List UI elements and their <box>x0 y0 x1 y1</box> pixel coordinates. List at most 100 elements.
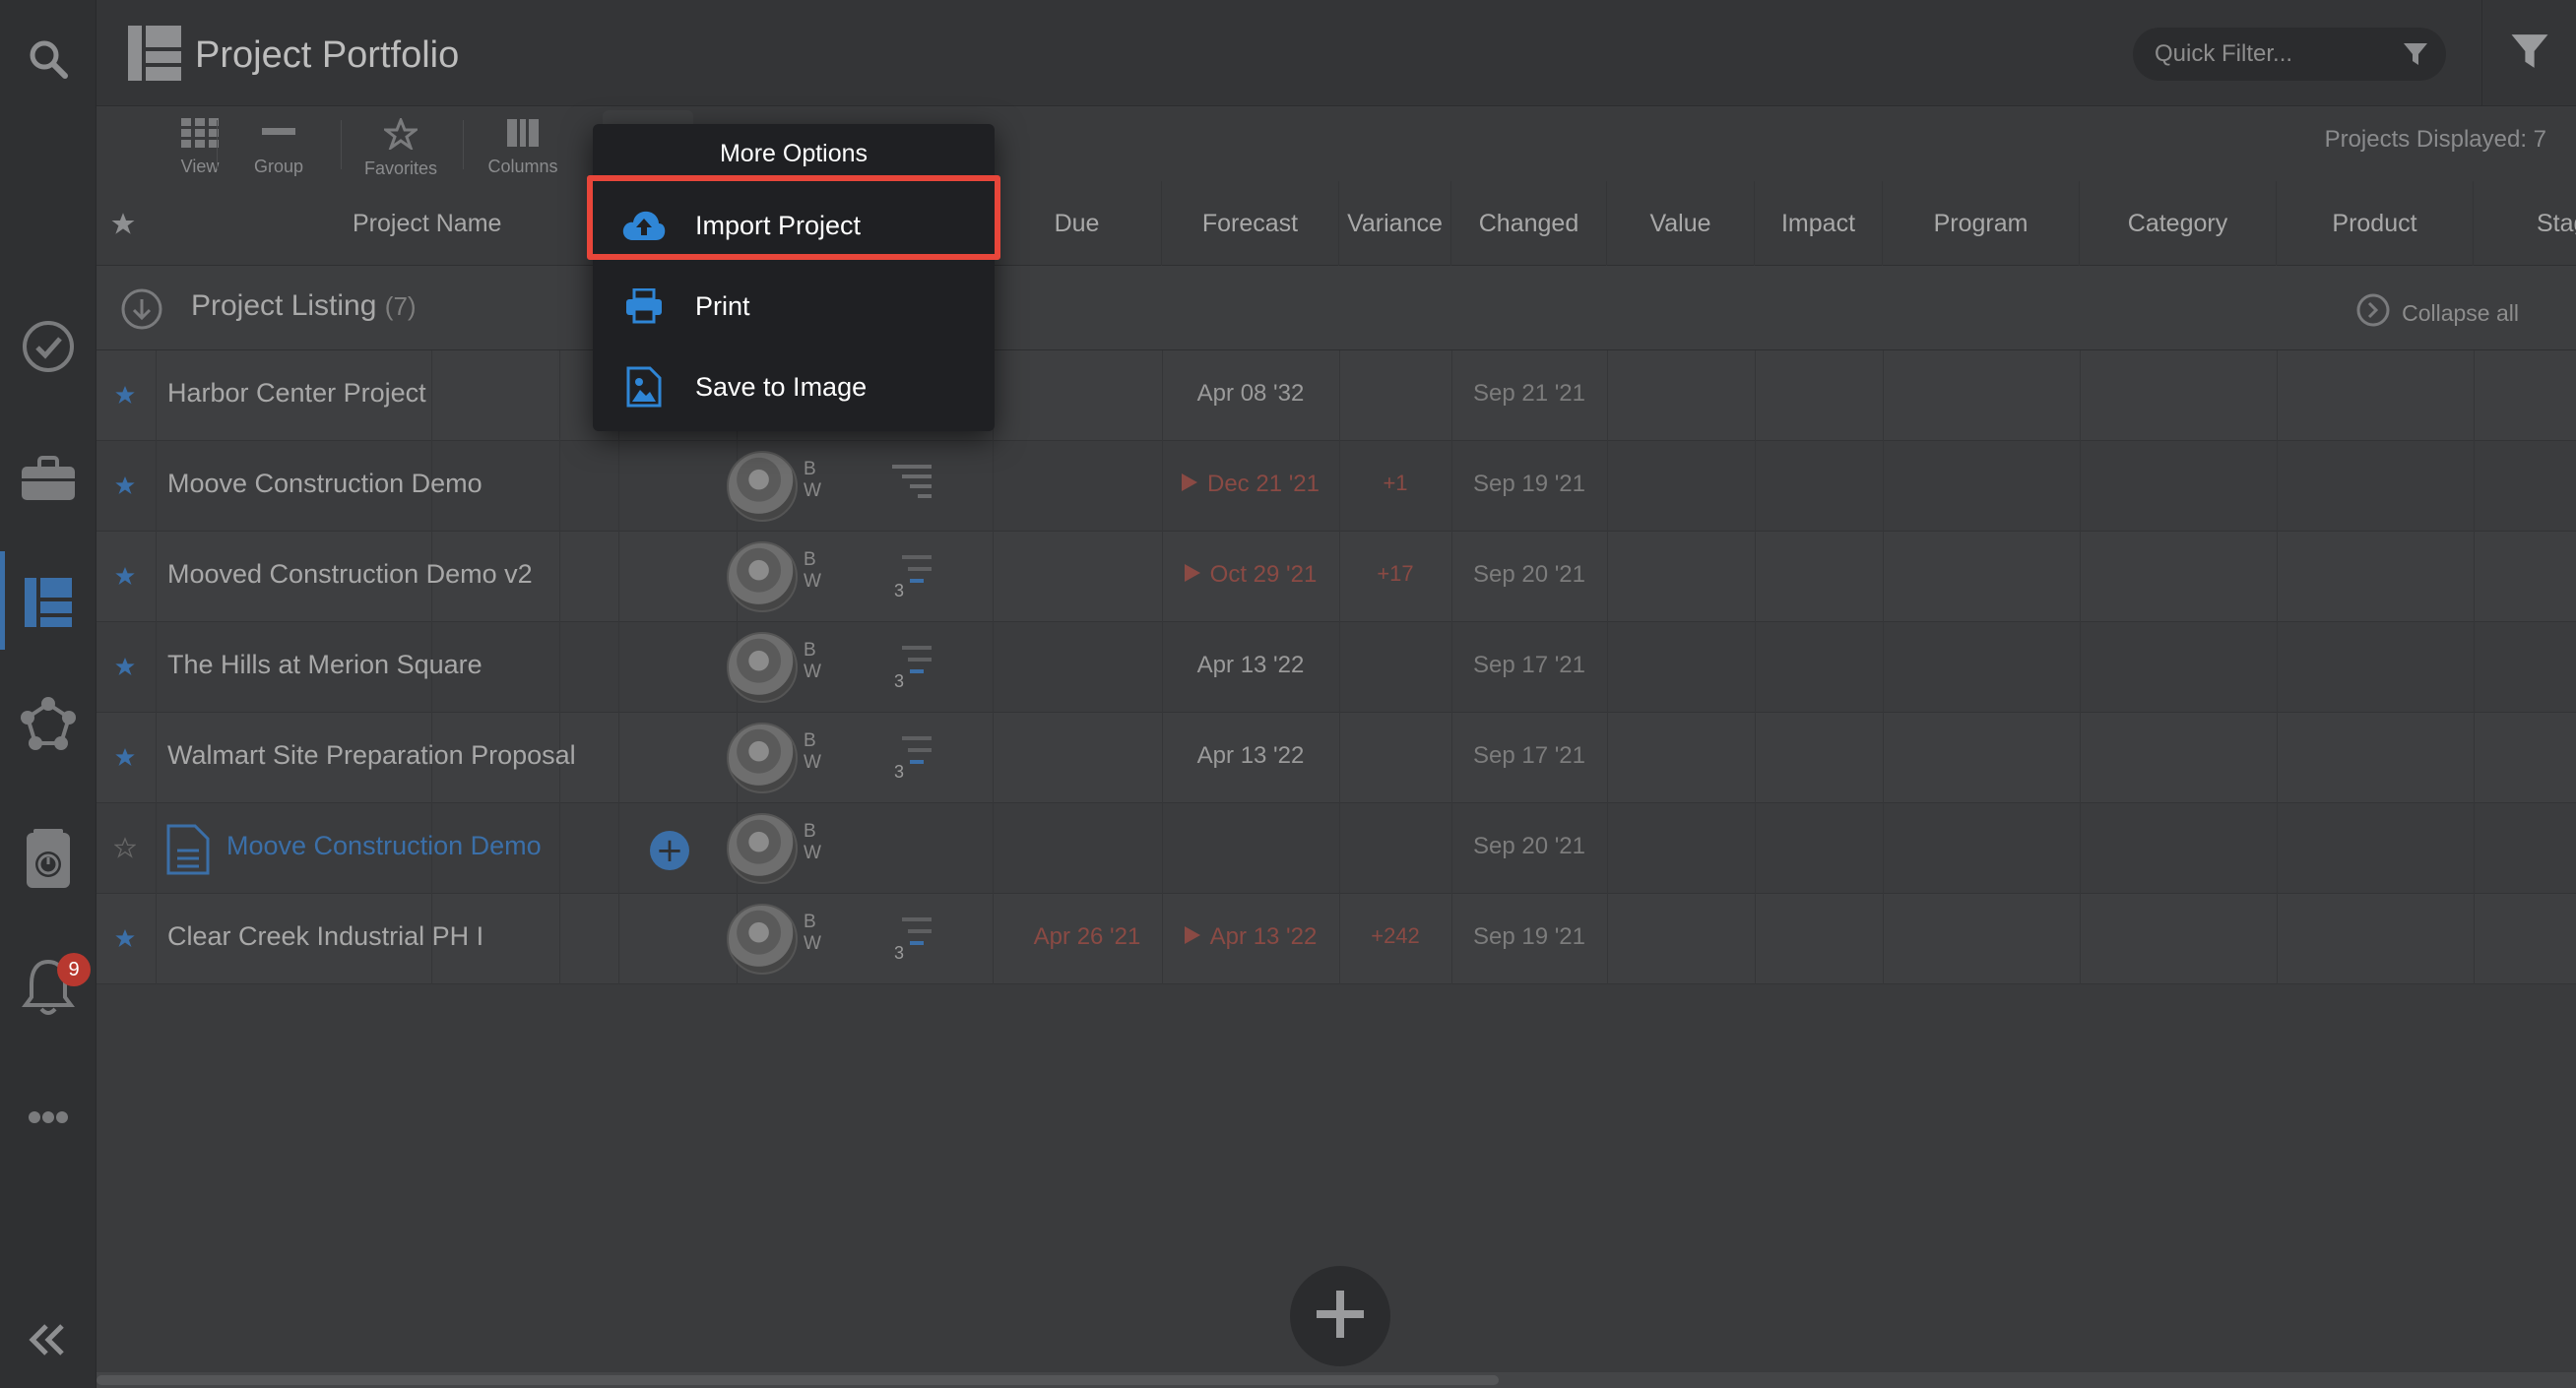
changed-date: Sep 17 '21 <box>1472 742 1585 769</box>
variance-value: +242 <box>1371 923 1420 948</box>
table-row[interactable]: Harbor Center Project Apr 08 '32 Sep 21 '2… <box>97 321 2576 441</box>
variance-value: +1 <box>1383 471 1408 495</box>
network-icon[interactable] <box>0 695 97 754</box>
project-name[interactable]: Clear Creek Industrial PH I <box>167 921 483 952</box>
owner-initials: BW <box>804 912 821 954</box>
project-name[interactable]: Harbor Center Project <box>167 378 426 409</box>
avatar <box>727 813 798 884</box>
column-value[interactable]: Value <box>1607 181 1755 266</box>
favorite-star-icon[interactable] <box>114 656 136 681</box>
column-product[interactable]: Product <box>2277 181 2474 266</box>
column-changed[interactable]: Changed <box>1451 181 1607 266</box>
owner-initials: BW <box>804 549 821 592</box>
table-row[interactable]: Moove Construction Demo B W Dec 21 '21 +1 Sep… <box>97 441 2576 532</box>
forecast-date: Apr 08 '32 <box>1196 380 1305 407</box>
collapse-all-button[interactable]: Collapse all <box>2356 293 2519 333</box>
favorite-star-icon[interactable] <box>114 565 136 591</box>
changed-date: Sep 21 '21 <box>1472 380 1585 407</box>
favorite-star-icon[interactable] <box>114 384 136 410</box>
portfolio-icon[interactable] <box>0 573 97 632</box>
project-name[interactable]: The Hills at Merion Square <box>167 650 483 680</box>
table-row[interactable]: Walmart Site Preparation Proposal B W 3 Apr … <box>97 713 2576 803</box>
add-from-template-button[interactable]: + <box>650 831 689 870</box>
table-row[interactable]: Clear Creek Industrial PH I B W 3 Apr 26 '21… <box>97 894 2576 984</box>
funnel-icon <box>2510 32 2549 75</box>
project-name[interactable]: Mooved Construction Demo v2 <box>167 559 533 590</box>
progress-count: 3 <box>894 671 905 691</box>
portfolio-logo-icon <box>126 24 183 87</box>
search-icon[interactable] <box>0 30 97 89</box>
columns-label: Columns <box>487 157 558 176</box>
favorites-label: Favorites <box>363 158 438 178</box>
variance-value: +17 <box>1377 561 1414 586</box>
group-button[interactable]: Group <box>225 118 333 177</box>
scrollbar-thumb[interactable] <box>97 1375 1499 1385</box>
print-label: Print <box>695 290 750 321</box>
progress-count: 3 <box>894 581 905 600</box>
group-row: Project Listing (7) Collapse all <box>97 266 2576 350</box>
columns-button[interactable]: Columns <box>469 118 577 177</box>
table-header: Project Name Due Forecast Variance Chang… <box>97 181 2576 382</box>
table-row[interactable]: The Hills at Merion Square B W 3 Apr 13 '22 S… <box>97 622 2576 713</box>
group-count: (7) <box>384 291 417 321</box>
project-name-link[interactable]: Moove Construction Demo <box>226 831 542 861</box>
printer-icon <box>593 288 695 324</box>
progress-count: 3 <box>894 762 905 782</box>
document-icon <box>165 823 211 880</box>
columns-icon <box>506 118 540 153</box>
more-dots-icon[interactable] <box>0 1093 97 1142</box>
owner-initials: BW <box>804 459 821 501</box>
forecast-date: Oct 29 '21 <box>1162 561 1339 589</box>
table-row[interactable]: Moove Construction Demo + B W Sep 20 '21 <box>97 803 2576 894</box>
column-stage[interactable]: Stag <box>2474 181 2576 266</box>
group-label: Group <box>253 157 304 176</box>
horizontal-scrollbar[interactable] <box>97 1372 2576 1388</box>
avatar <box>727 632 798 703</box>
project-name[interactable]: Moove Construction Demo <box>167 469 483 499</box>
column-variance[interactable]: Variance <box>1339 181 1451 266</box>
favorite-star-icon[interactable] <box>113 837 137 862</box>
filter-button[interactable] <box>2481 0 2576 106</box>
progress-count: 3 <box>894 943 905 963</box>
changed-date: Sep 20 '21 <box>1472 561 1585 588</box>
group-title-text: Project Listing <box>191 289 377 322</box>
favorite-star-icon[interactable] <box>114 927 136 953</box>
favorites-button[interactable]: Favorites <box>347 115 455 179</box>
forecast-date: Dec 21 '21 <box>1162 471 1339 498</box>
project-name[interactable]: Walmart Site Preparation Proposal <box>167 740 576 771</box>
favorite-column-star-icon[interactable] <box>110 211 136 240</box>
funnel-icon[interactable] <box>2403 41 2428 74</box>
print-item[interactable]: Print <box>593 266 995 347</box>
timer-icon[interactable] <box>0 825 97 894</box>
group-toggle-icon[interactable] <box>120 287 163 335</box>
favorite-star-icon[interactable] <box>114 746 136 772</box>
toolbar: View Group Favorites Columns Projects Di… <box>97 106 2576 181</box>
column-impact[interactable]: Impact <box>1755 181 1883 266</box>
table-row[interactable]: Mooved Construction Demo v2 B W 3 Oct 29 '21… <box>97 532 2576 622</box>
plus-icon <box>1311 1285 1370 1348</box>
changed-date: Sep 19 '21 <box>1472 923 1585 950</box>
tasks-check-icon[interactable] <box>0 317 97 376</box>
column-program[interactable]: Program <box>1883 181 2080 266</box>
column-due[interactable]: Due <box>993 181 1162 266</box>
save-to-image-label: Save to Image <box>695 371 868 402</box>
due-date: Apr 26 '21 <box>1033 923 1141 950</box>
quick-filter-input[interactable]: Quick Filter... <box>2133 28 2446 81</box>
avatar <box>727 451 798 522</box>
column-forecast[interactable]: Forecast <box>1162 181 1339 266</box>
late-triangle-icon <box>1184 923 1200 951</box>
forecast-date: Apr 13 '22 <box>1196 742 1305 769</box>
add-project-button[interactable] <box>1290 1266 1390 1366</box>
star-outline-icon <box>381 115 420 155</box>
top-bar: Project Portfolio Quick Filter... <box>97 0 2576 106</box>
save-to-image-item[interactable]: Save to Image <box>593 347 995 427</box>
favorite-star-icon[interactable] <box>114 474 136 500</box>
changed-date: Sep 19 '21 <box>1472 471 1585 497</box>
collapse-sidebar-icon[interactable] <box>0 1315 97 1364</box>
column-category[interactable]: Category <box>2080 181 2277 266</box>
avatar <box>727 904 798 975</box>
projects-displayed-count: Projects Displayed: 7 <box>2324 126 2546 153</box>
owner-initials: BW <box>804 730 821 773</box>
briefcase-icon[interactable] <box>0 449 97 508</box>
changed-date: Sep 20 '21 <box>1472 833 1585 859</box>
